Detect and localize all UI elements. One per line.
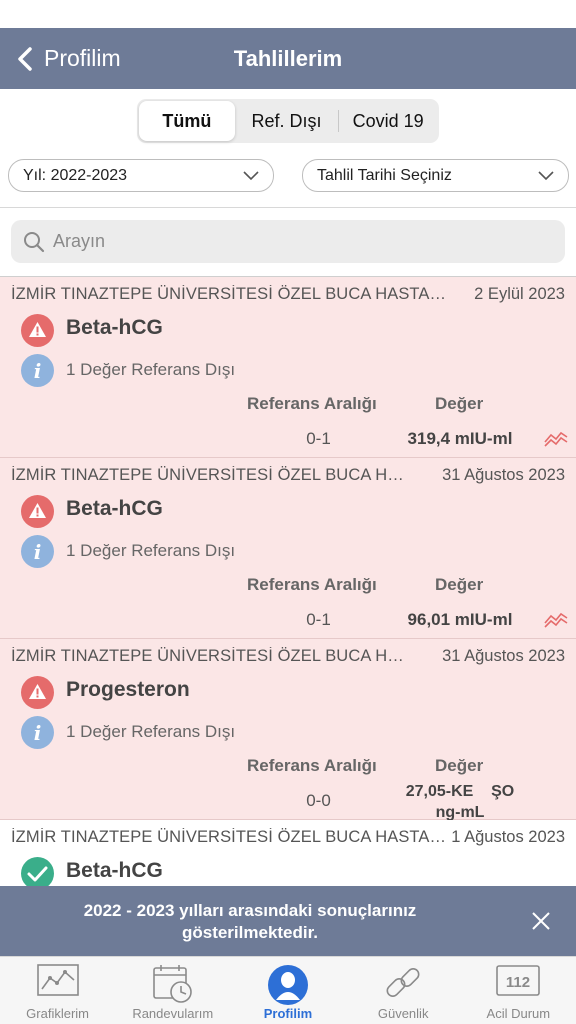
date-dropdown[interactable]: Tahlil Tarihi Seçiniz [302, 159, 569, 192]
warning-icon [21, 676, 54, 709]
tab-charts[interactable]: Grafiklerim [0, 957, 115, 1024]
reference-range-header: Referans Aralığı [247, 575, 377, 594]
date-dropdown-value: Tahlil Tarihi Seçiniz [317, 166, 452, 184]
close-icon[interactable] [530, 910, 552, 932]
info-icon: i [21, 354, 54, 387]
reference-range-header: Referans Aralığı [247, 394, 377, 413]
svg-text:i: i [34, 721, 42, 745]
warning-icon [21, 495, 54, 528]
tab-appointments-label: Randevularım [132, 1006, 214, 1021]
info-icon: i [21, 716, 54, 749]
out-of-range-note: 1 Değer Referans Dışı [66, 722, 236, 741]
out-of-range-note: 1 Değer Referans Dışı [66, 541, 236, 560]
hospital-name: İZMİR TINAZTEPE ÜNİVERSİTESİ ÖZEL BUCA H… [11, 828, 449, 846]
tab-emergency[interactable]: 112 Acil Durum [461, 957, 576, 1024]
segment-all[interactable]: Tümü [139, 101, 235, 141]
result-date: 2 Eylül 2023 [474, 285, 565, 303]
hospital-name: İZMİR TINAZTEPE ÜNİVERSİTESİ ÖZEL BUCA H… [11, 285, 449, 303]
tab-charts-label: Grafiklerim [26, 1006, 90, 1021]
link-icon [386, 968, 420, 997]
chart-icon [36, 964, 79, 996]
year-dropdown-value: Yıl: 2022-2023 [23, 166, 128, 184]
test-name: Beta-hCG [66, 859, 163, 882]
chevron-left-icon [18, 46, 32, 71]
back-button-label: Profilim [44, 45, 121, 71]
tab-emergency-label: Acil Durum [486, 1006, 551, 1021]
trend-chart-icon[interactable] [544, 429, 568, 447]
segment-control: Tümü Ref. Dışı Covid 19 [137, 99, 439, 143]
test-name: Beta-hCG [66, 497, 163, 520]
emergency-112-icon: 112 [496, 965, 541, 996]
result-value-line: 27,05-KE ŞO [405, 783, 515, 800]
trend-chart-icon[interactable] [544, 610, 568, 628]
value-header: Değer [435, 756, 484, 775]
tab-security[interactable]: Güvenlik [346, 957, 461, 1024]
tab-profile[interactable]: Profilim [230, 957, 345, 1024]
chevron-down-icon [243, 170, 259, 180]
info-icon: i [21, 535, 54, 568]
back-button[interactable]: Profilim [14, 28, 121, 89]
tab-profile-label: Profilim [263, 1006, 313, 1021]
value-header: Değer [435, 394, 484, 413]
segment-out-of-range[interactable]: Ref. Dışı [235, 101, 339, 141]
result-value: 27,05-KE ŞO ng-mL [395, 781, 525, 823]
result-date: 1 Ağustos 2023 [451, 828, 565, 846]
filter-divider [0, 207, 576, 208]
hospital-name: İZMİR TINAZTEPE ÜNİVERSİTESİ ÖZEL BUCA H… [11, 466, 411, 484]
reference-range-header: Referans Aralığı [247, 756, 377, 775]
search-icon [24, 231, 45, 252]
result-card[interactable]: İZMİR TINAZTEPE ÜNİVERSİTESİ ÖZEL BUCA H… [0, 820, 576, 886]
tab-appointments[interactable]: Randevularım [115, 957, 230, 1024]
test-name: Progesteron [66, 678, 190, 701]
calendar-clock-icon [152, 965, 192, 1003]
person-icon [267, 965, 308, 1005]
result-value: 96,01 mIU-ml [407, 610, 513, 629]
tab-bar: Grafiklerim Randevularım Profilim Güvenl… [0, 956, 576, 1024]
test-name: Beta-hCG [66, 316, 163, 339]
search-bar [11, 220, 565, 263]
result-card[interactable]: İZMİR TINAZTEPE ÜNİVERSİTESİ ÖZEL BUCA H… [0, 458, 576, 639]
info-banner: 2022 - 2023 yılları arasındaki sonuçları… [0, 886, 576, 956]
reference-range-value: 0-1 [306, 429, 331, 448]
result-date: 31 Ağustos 2023 [442, 466, 565, 484]
check-icon [21, 857, 54, 886]
emergency-badge-text: 112 [506, 974, 530, 991]
results-list: İZMİR TINAZTEPE ÜNİVERSİTESİ ÖZEL BUCA H… [0, 276, 576, 886]
svg-text:i: i [34, 540, 42, 564]
reference-range-value: 0-0 [306, 791, 331, 810]
status-bar [0, 0, 576, 28]
result-value: 319,4 mIU-ml [407, 429, 513, 448]
year-dropdown[interactable]: Yıl: 2022-2023 [8, 159, 274, 192]
reference-range-value: 0-1 [306, 610, 331, 629]
result-card[interactable]: İZMİR TINAZTEPE ÜNİVERSİTESİ ÖZEL BUCA H… [0, 277, 576, 458]
result-card[interactable]: İZMİR TINAZTEPE ÜNİVERSİTESİ ÖZEL BUCA H… [0, 639, 576, 823]
result-date: 31 Ağustos 2023 [442, 647, 565, 665]
value-header: Değer [435, 575, 484, 594]
search-input[interactable] [53, 231, 533, 252]
segment-covid[interactable]: Covid 19 [339, 101, 437, 141]
banner-message: 2022 - 2023 yılları arasındaki sonuçları… [83, 901, 417, 942]
warning-icon [21, 314, 54, 347]
svg-text:i: i [34, 359, 42, 383]
chevron-down-icon [538, 170, 554, 180]
tab-security-label: Güvenlik [377, 1006, 429, 1021]
navigation-bar: Profilim Tahlillerim [0, 28, 576, 89]
out-of-range-note: 1 Değer Referans Dışı [66, 360, 236, 379]
hospital-name: İZMİR TINAZTEPE ÜNİVERSİTESİ ÖZEL BUCA H… [11, 647, 411, 665]
